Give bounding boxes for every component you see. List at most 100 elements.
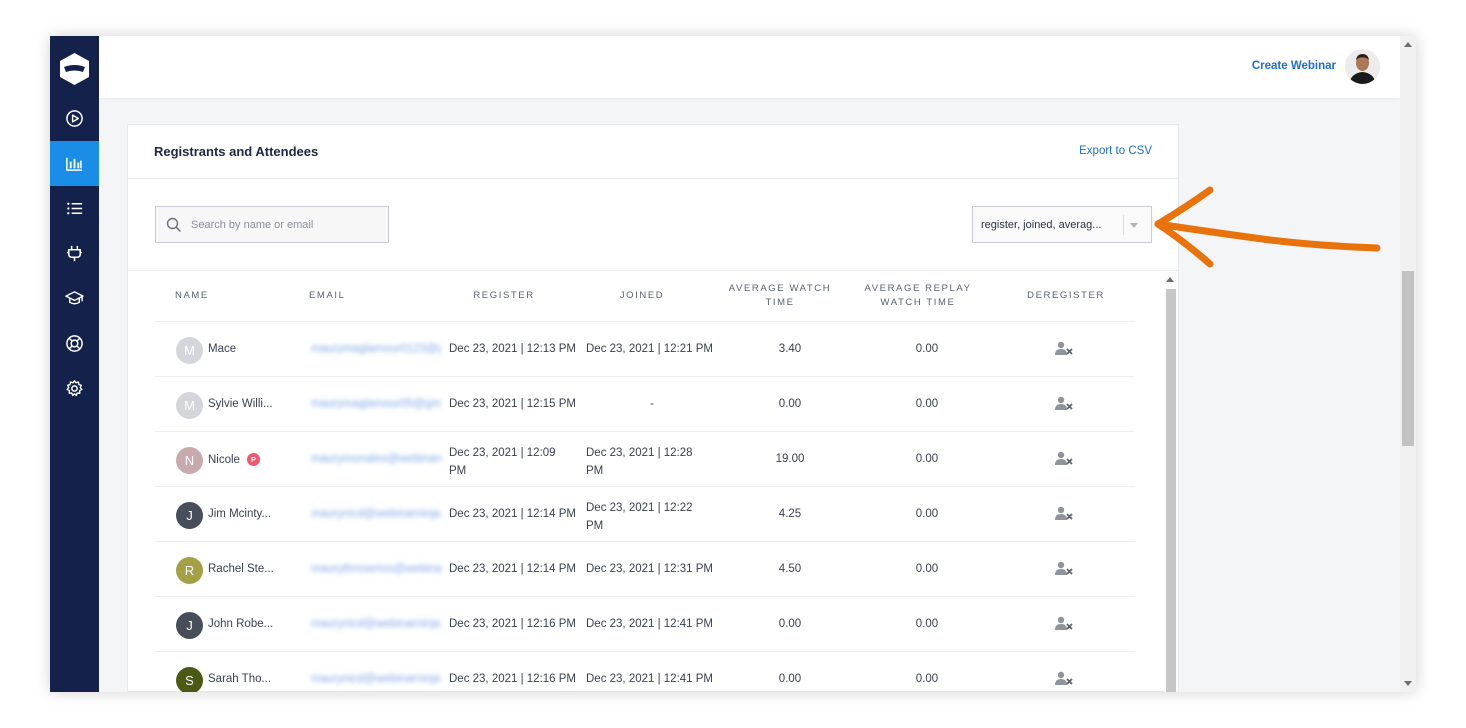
deregister-user-icon[interactable] <box>1055 451 1073 470</box>
register-date: Dec 23, 2021 | 12:16 PM <box>449 673 581 685</box>
scroll-up-arrow-icon[interactable] <box>1404 42 1412 47</box>
avatar: M <box>176 392 203 419</box>
deregister-user-icon[interactable] <box>1055 671 1073 690</box>
register-date: Dec 23, 2021 | 12:14 PM <box>449 563 581 575</box>
app-window: Create Webinar Registrants and Attendees… <box>50 36 1416 692</box>
joined-date-line: Dec 23, 2021 | 12:21 PM <box>586 343 714 355</box>
joined-date: - <box>586 398 718 410</box>
register-date-line: Dec 23, 2021 | 12:15 PM <box>449 398 577 410</box>
ninja-logo-icon[interactable] <box>59 52 90 86</box>
chevron-down-icon[interactable] <box>1130 223 1138 228</box>
register-date-line: Dec 23, 2021 | 12:14 PM <box>449 508 577 520</box>
joined-date-line: Dec 23, 2021 | 12:41 PM <box>586 618 714 630</box>
nav-list-icon[interactable] <box>50 186 99 231</box>
register-date-line: PM <box>449 465 467 477</box>
search-placeholder: Search by name or email <box>191 219 314 231</box>
register-date-line: Dec 23, 2021 | 12:14 PM <box>449 563 577 575</box>
registrant-name: Sylvie Willi... <box>208 398 273 410</box>
column-header-average-watch-time: AVERAGE WATCH TIME <box>720 282 840 310</box>
scroll-down-arrow-icon[interactable] <box>1404 681 1412 686</box>
deregister-user-icon[interactable] <box>1055 506 1073 525</box>
table-row[interactable]: J John Robe... maurynicd@webinarninja.co… <box>155 596 1135 651</box>
create-webinar-link[interactable]: Create Webinar <box>1252 60 1336 72</box>
nav-integrations-plug-icon[interactable] <box>50 231 99 276</box>
table-row[interactable]: R Rachel Ste... maurythreserios@webinarn… <box>155 541 1135 596</box>
registrant-name: Rachel Ste... <box>208 563 274 575</box>
column-header-line: AVERAGE WATCH <box>728 283 832 294</box>
register-date: Dec 23, 2021 | 12:15 PM <box>449 398 581 410</box>
deregister-user-icon[interactable] <box>1055 561 1073 580</box>
registrant-email: maurymaglamour0123@gmail.com <box>311 343 441 355</box>
register-date-line: Dec 23, 2021 | 12:16 PM <box>449 673 577 685</box>
register-date-line: Dec 23, 2021 | 12:16 PM <box>449 618 577 630</box>
search-icon <box>166 217 182 233</box>
average-watch-time: 0.00 <box>778 673 802 685</box>
register-date-line: Dec 23, 2021 | 12:13 PM <box>449 343 577 355</box>
register-date-line: Dec 23, 2021 | 12:09 <box>449 447 556 459</box>
registrant-name: Mace <box>208 343 237 355</box>
column-header-name: NAME <box>175 290 209 301</box>
registrant-name: Jim Mcinty... <box>208 508 272 520</box>
joined-date-line: PM <box>586 520 604 532</box>
joined-date: Dec 23, 2021 | 12:41 PM <box>586 673 718 685</box>
joined-date-line: Dec 23, 2021 | 12:22 <box>586 502 693 514</box>
registrants-card: Registrants and Attendees Export to CSV … <box>127 124 1179 692</box>
average-watch-time: 3.40 <box>778 343 802 355</box>
average-replay-watch-time: 0.00 <box>915 343 939 355</box>
columns-select[interactable]: register, joined, averag... <box>972 206 1152 243</box>
page-scrollbar-thumb[interactable] <box>1402 271 1414 446</box>
avatar: M <box>176 337 203 364</box>
deregister-user-icon[interactable] <box>1055 396 1073 415</box>
average-replay-watch-time: 0.00 <box>915 508 939 520</box>
average-replay-watch-time: 0.00 <box>915 563 939 575</box>
joined-date-line: Dec 23, 2021 | 12:28 <box>586 447 693 459</box>
average-watch-time: 4.50 <box>778 563 802 575</box>
deregister-user-icon[interactable] <box>1055 616 1073 635</box>
joined-date-line: Dec 23, 2021 | 12:31 PM <box>586 563 714 575</box>
average-watch-time: 0.00 <box>778 618 802 630</box>
export-csv-link[interactable]: Export to CSV <box>1079 145 1152 157</box>
divider <box>128 270 1178 271</box>
average-replay-watch-time: 0.00 <box>915 673 939 685</box>
registrant-name: Sarah Tho... <box>208 673 272 685</box>
deregister-user-icon[interactable] <box>1055 341 1073 360</box>
table-row[interactable]: M Mace maurymaglamour0123@gmail.com Dec … <box>155 321 1135 376</box>
sidebar <box>50 36 99 692</box>
nav-analytics-chart-icon[interactable] <box>50 141 99 186</box>
avatar: R <box>176 557 203 584</box>
joined-date: Dec 23, 2021 | 12:31 PM <box>586 563 718 575</box>
register-date: Dec 23, 2021 | 12:16 PM <box>449 618 581 630</box>
scroll-up-arrow-icon[interactable] <box>1166 277 1174 282</box>
column-header-line: WATCH TIME <box>880 297 956 308</box>
user-avatar[interactable] <box>1345 49 1380 84</box>
nav-settings-gear-icon[interactable] <box>50 366 99 411</box>
search-input[interactable]: Search by name or email <box>155 206 389 243</box>
register-date: Dec 23, 2021 | 12:13 PM <box>449 343 581 355</box>
registrant-name: John Robe... <box>208 618 274 630</box>
table-row[interactable]: N NicoleP maurymonaleo@webinarninja.com … <box>155 431 1135 486</box>
joined-date-line: Dec 23, 2021 | 12:41 PM <box>586 673 714 685</box>
avatar: J <box>176 502 203 529</box>
table-row[interactable]: M Sylvie Willi... maurymaglamour05@gmail… <box>155 376 1135 431</box>
joined-date: Dec 23, 2021 | 12:21 PM <box>586 343 718 355</box>
registrant-email: maurynicd@webinarninjas.com <box>311 673 441 685</box>
registrant-name: Nicole P <box>208 453 288 466</box>
annotation-arrow-icon <box>1154 186 1381 268</box>
registrant-email: maurythreserios@webinarninja.com <box>311 563 441 575</box>
avatar: J <box>176 612 203 639</box>
nav-education-cap-icon[interactable] <box>50 276 99 321</box>
joined-date: Dec 23, 2021 | 12:28 PM <box>586 444 718 480</box>
column-header-line: TIME <box>765 297 795 308</box>
table-row[interactable]: S Sarah Tho... maurynicd@webinarninjas.c… <box>155 651 1135 692</box>
joined-date: Dec 23, 2021 | 12:22 PM <box>586 499 718 535</box>
columns-select-value: register, joined, averag... <box>981 219 1102 231</box>
average-watch-time: 19.00 <box>775 453 805 465</box>
registrant-email: maurymaglamour05@gmail.com <box>311 398 441 410</box>
column-header-line: AVERAGE REPLAY <box>864 283 972 294</box>
nav-webinars-play-icon[interactable] <box>50 96 99 141</box>
table-row[interactable]: J Jim Mcinty... maurynicd@webinarninja.c… <box>155 486 1135 541</box>
select-separator <box>1123 215 1124 235</box>
nav-support-lifebuoy-icon[interactable] <box>50 321 99 366</box>
table-scrollbar-thumb[interactable] <box>1166 289 1176 692</box>
divider <box>128 178 1178 179</box>
